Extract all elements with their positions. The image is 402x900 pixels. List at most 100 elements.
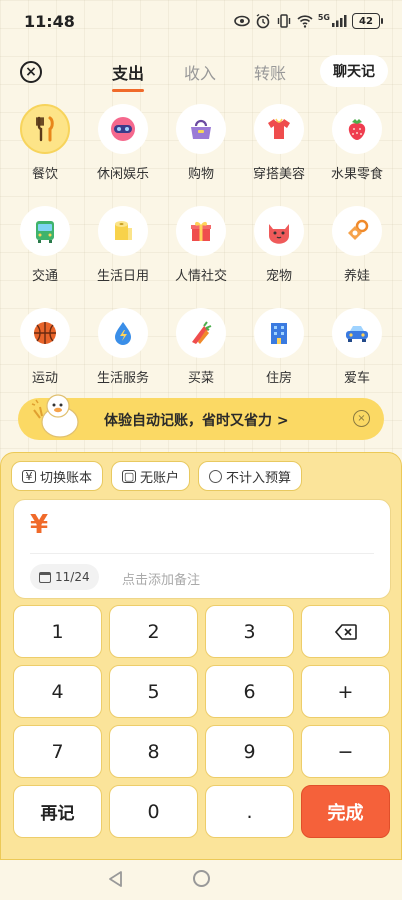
category-leisure[interactable]: 休闲娱乐 — [85, 104, 161, 182]
currency-symbol: ¥ — [30, 510, 49, 540]
tab-expense[interactable]: 支出 — [112, 60, 145, 92]
options-row: ¥ 切换账本 ▢ 无账户 不计入预算 — [11, 461, 303, 491]
account-label: 无账户 — [140, 470, 180, 486]
key-4[interactable]: 4 — [13, 665, 102, 718]
done-button[interactable]: 完成 — [301, 785, 390, 838]
alarm-icon — [256, 13, 270, 29]
category-sports[interactable]: 运动 — [7, 308, 83, 386]
building-icon — [254, 308, 304, 358]
switch-book-button[interactable]: ¥ 切换账本 — [11, 461, 104, 491]
category-label: 水果零食 — [330, 167, 383, 182]
key-0[interactable]: 0 — [109, 785, 198, 838]
category-label: 餐饮 — [31, 167, 58, 182]
category-label: 交通 — [31, 269, 58, 284]
key-3[interactable]: 3 — [205, 605, 294, 658]
category-label: 养娃 — [343, 269, 370, 284]
shirt-icon — [254, 104, 304, 154]
category-childcare[interactable]: 养娃 — [319, 206, 395, 284]
backspace-icon — [334, 623, 357, 640]
radio-circle-icon — [209, 469, 223, 483]
status-bar: 11:48 5G 42 — [0, 0, 402, 44]
strawberry-icon — [332, 104, 382, 154]
duck-mascot-icon — [31, 394, 79, 438]
budget-toggle[interactable]: 不计入预算 — [198, 461, 303, 491]
eye-icon — [234, 15, 250, 27]
category-grid: 餐饮 休闲娱乐 购物 穿搭美容 水果零食 交通 生活日用 人情社交 宠物 养娃 … — [0, 104, 402, 410]
category-label: 人情社交 — [174, 269, 227, 284]
key-2[interactable]: 2 — [109, 605, 198, 658]
category-dining[interactable]: 餐饮 — [7, 104, 83, 182]
note-input[interactable]: 点击添加备注 — [122, 569, 200, 588]
category-label: 运动 — [31, 371, 58, 386]
switch-book-label: 切换账本 — [40, 470, 93, 486]
category-label: 生活日用 — [96, 269, 149, 284]
bus-icon — [20, 206, 70, 256]
date-picker[interactable]: 11/24 — [30, 564, 99, 590]
key-dot[interactable]: . — [205, 785, 294, 838]
backspace-button[interactable] — [301, 605, 390, 658]
status-icons: 5G 42 — [234, 13, 383, 29]
network-type: 5G — [317, 13, 330, 22]
handbag-icon — [176, 104, 226, 154]
banner-close-button[interactable]: × — [353, 410, 370, 427]
close-button[interactable]: × — [20, 61, 42, 83]
category-row: 运动 生活服务 买菜 住房 爱车 — [0, 308, 402, 386]
tab-transfer[interactable]: 转账 — [254, 60, 286, 84]
category-daily-use[interactable]: 生活日用 — [85, 206, 161, 284]
entry-panel: ¥ 切换账本 ▢ 无账户 不计入预算 ¥ 11/24 点击添加备注 1 2 3 … — [0, 452, 402, 860]
divider — [30, 553, 374, 554]
category-label: 休闲娱乐 — [96, 167, 149, 182]
budget-label: 不计入预算 — [226, 470, 292, 486]
key-plus[interactable]: + — [301, 665, 390, 718]
water-drop-icon — [98, 308, 148, 358]
chat-record-button[interactable]: 聊天记 — [320, 55, 388, 87]
home-circle-icon[interactable] — [193, 870, 210, 887]
vibrate-icon — [277, 14, 291, 28]
record-again-button[interactable]: 再记 — [13, 785, 102, 838]
car-icon — [332, 308, 382, 358]
category-row: 餐饮 休闲娱乐 购物 穿搭美容 水果零食 — [0, 104, 402, 182]
key-minus[interactable]: − — [301, 725, 390, 778]
category-label: 宠物 — [265, 269, 292, 284]
category-services[interactable]: 生活服务 — [85, 308, 161, 386]
category-car[interactable]: 爱车 — [319, 308, 395, 386]
category-transport[interactable]: 交通 — [7, 206, 83, 284]
banner-text: 体验自动记账，省时又省力 > — [104, 413, 289, 429]
category-groceries[interactable]: 买菜 — [163, 308, 239, 386]
category-fruit-snacks[interactable]: 水果零食 — [319, 104, 395, 182]
category-shopping[interactable]: 购物 — [163, 104, 239, 182]
category-fashion[interactable]: 穿搭美容 — [241, 104, 317, 182]
category-label: 爱车 — [343, 371, 370, 386]
wifi-icon — [297, 15, 313, 28]
key-5[interactable]: 5 — [109, 665, 198, 718]
calendar-icon — [39, 571, 51, 583]
category-label: 买菜 — [187, 371, 214, 386]
key-6[interactable]: 6 — [205, 665, 294, 718]
back-triangle-icon[interactable] — [107, 870, 125, 888]
vegetables-icon — [176, 308, 226, 358]
vr-glasses-icon — [98, 104, 148, 154]
key-1[interactable]: 1 — [13, 605, 102, 658]
system-nav-bar — [0, 860, 402, 900]
top-bar: × 支出 收入 转账 聊天记 — [0, 52, 402, 92]
category-pet[interactable]: 宠物 — [241, 206, 317, 284]
yuan-book-icon: ¥ — [22, 469, 36, 483]
amount-box[interactable]: ¥ 11/24 点击添加备注 — [13, 499, 391, 599]
category-housing[interactable]: 住房 — [241, 308, 317, 386]
key-8[interactable]: 8 — [109, 725, 198, 778]
key-7[interactable]: 7 — [13, 725, 102, 778]
tab-income[interactable]: 收入 — [184, 60, 216, 84]
category-label: 购物 — [187, 167, 214, 182]
signal-icon — [332, 15, 347, 27]
cat-icon — [254, 206, 304, 256]
category-social[interactable]: 人情社交 — [163, 206, 239, 284]
status-time: 11:48 — [24, 12, 75, 31]
account-button[interactable]: ▢ 无账户 — [111, 461, 191, 491]
category-label: 穿搭美容 — [252, 167, 305, 182]
category-label: 住房 — [265, 371, 292, 386]
key-9[interactable]: 9 — [205, 725, 294, 778]
keypad: 1 2 3 4 5 6 + 7 8 9 − 再记 0 . 完成 — [13, 605, 391, 838]
category-row: 交通 生活日用 人情社交 宠物 养娃 — [0, 206, 402, 284]
auto-record-banner[interactable]: 体验自动记账，省时又省力 > × — [18, 394, 384, 440]
category-label: 生活服务 — [96, 371, 149, 386]
